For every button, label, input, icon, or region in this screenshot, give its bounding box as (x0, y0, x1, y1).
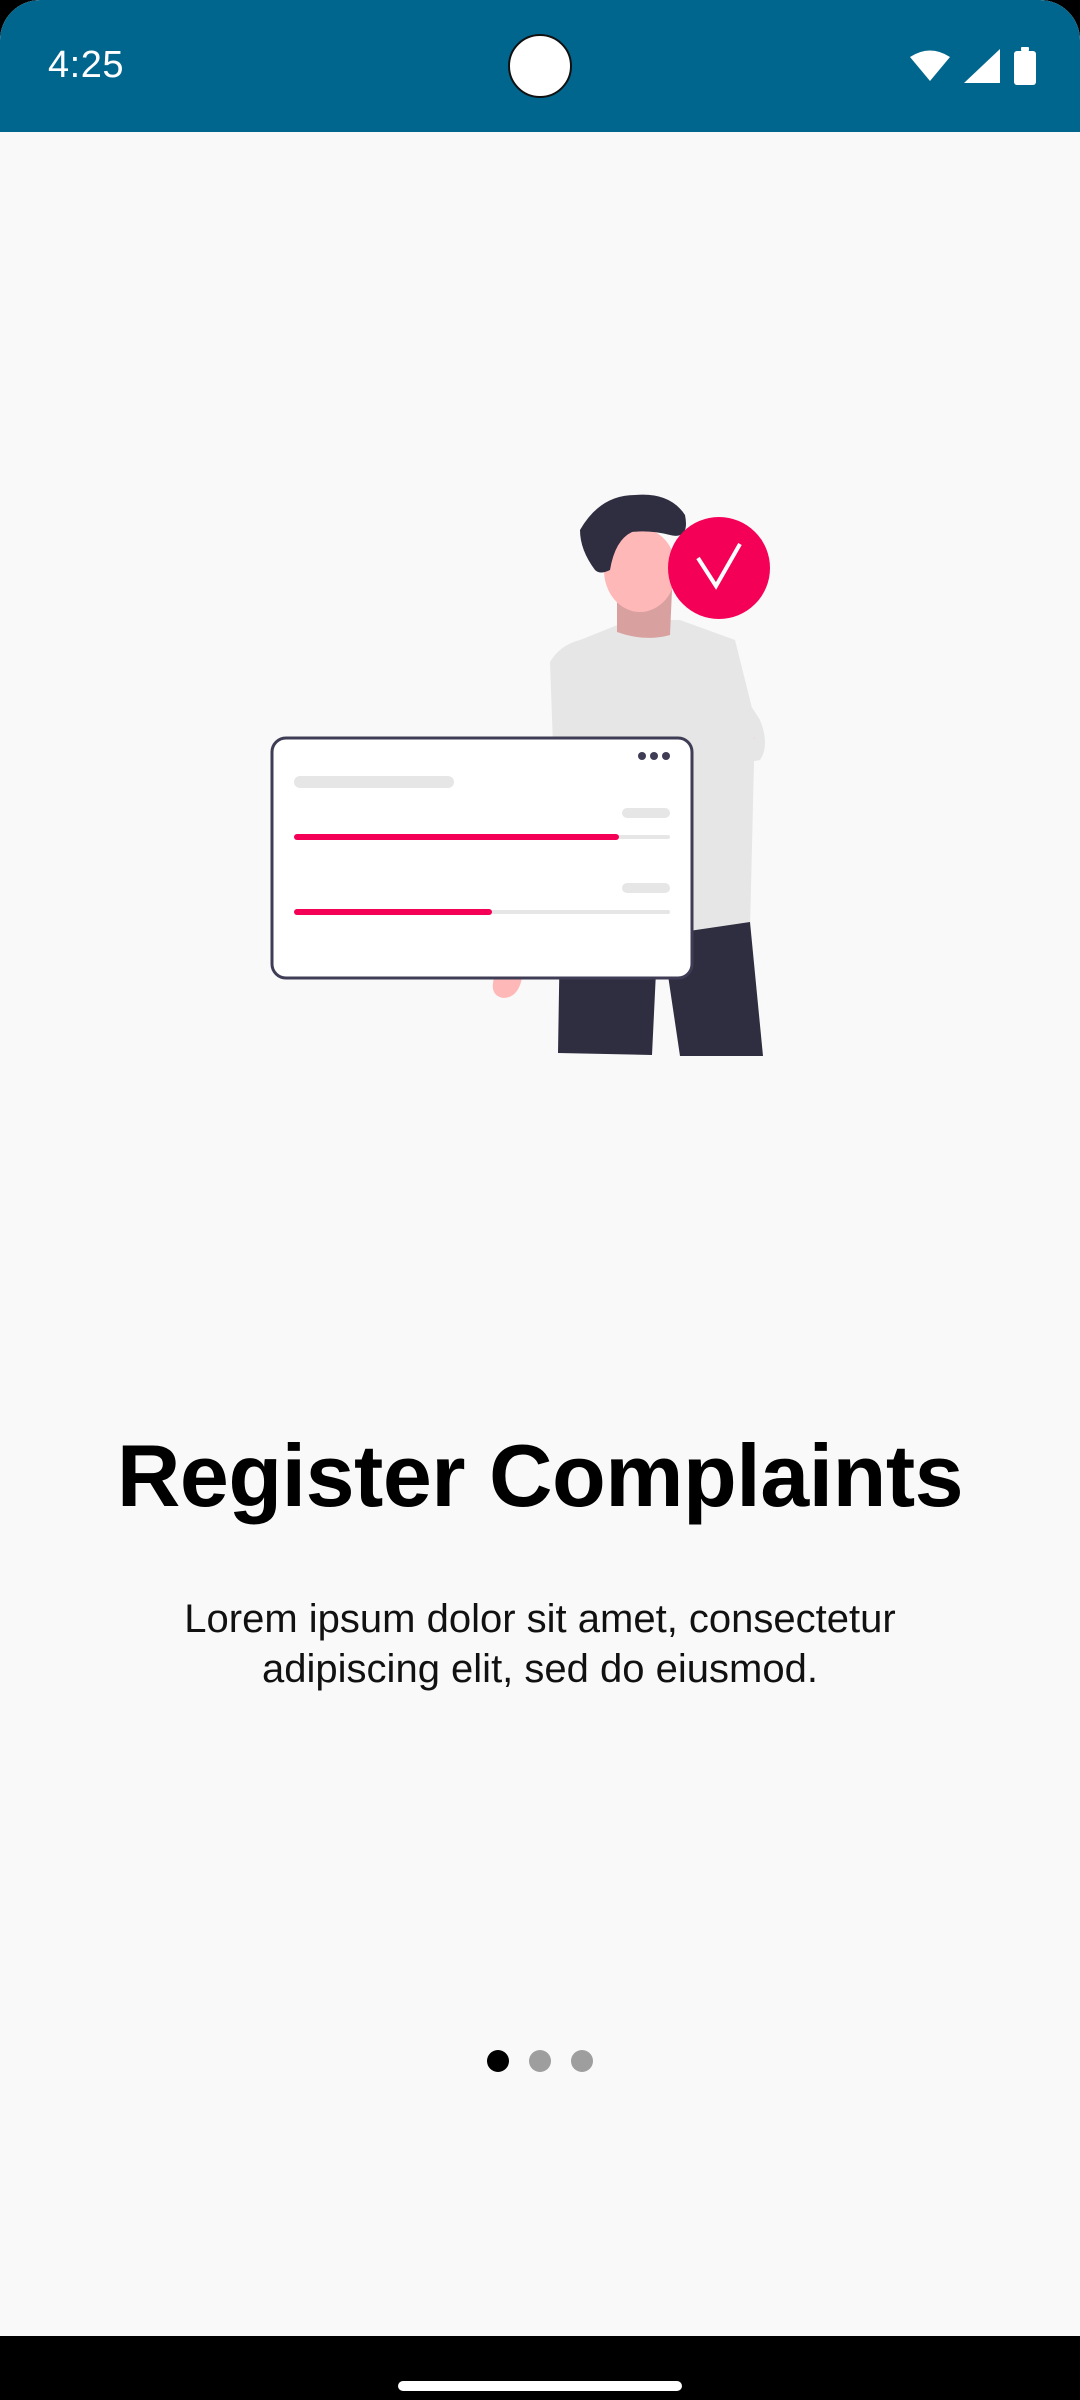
wifi-icon (910, 50, 950, 82)
onboarding-title: Register Complaints (116, 1426, 964, 1525)
onboarding-description: Lorem ipsum dolor sit amet, consectetur … (184, 1597, 896, 1691)
page-indicator-dot-3[interactable] (571, 2050, 593, 2072)
status-icons (910, 46, 1036, 86)
battery-icon (1014, 47, 1036, 85)
onboarding-illustration (260, 480, 820, 1060)
status-time: 4:25 (48, 44, 124, 86)
page-indicator-dot-1[interactable] (487, 2050, 509, 2072)
onboarding-screen: 4:25 Register Complaints Lorem ipsum dol… (0, 0, 1080, 2400)
home-gesture-handle[interactable] (398, 2381, 682, 2391)
front-camera-cutout (508, 34, 572, 98)
cellular-signal-icon (964, 49, 1000, 83)
page-indicator (0, 2050, 1080, 2074)
status-bar: 4:25 (0, 0, 1080, 132)
page-indicator-dot-2[interactable] (529, 2050, 551, 2072)
